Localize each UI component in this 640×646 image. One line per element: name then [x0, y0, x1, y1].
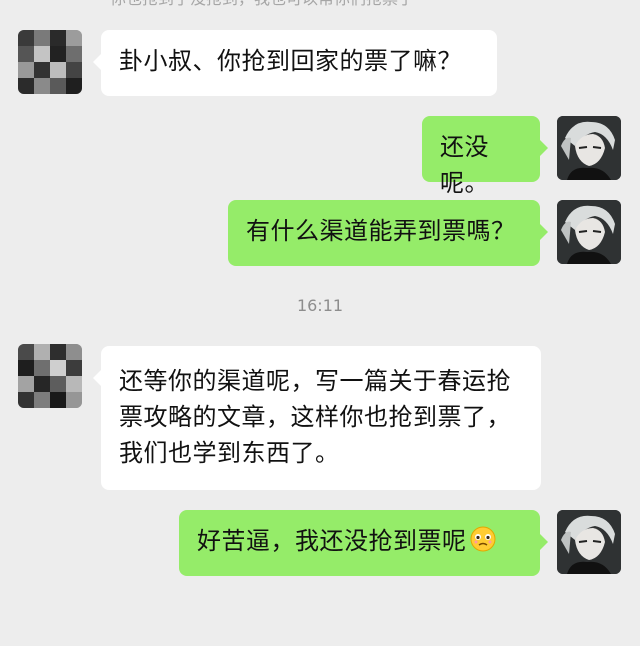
chat-timestamp: 16:11: [296, 296, 344, 315]
anime-boy-avatar-icon: [557, 116, 621, 180]
anime-boy-avatar-icon: [557, 200, 621, 264]
contact-avatar[interactable]: [18, 30, 82, 94]
self-avatar[interactable]: [557, 200, 621, 264]
pixelated-avatar-icon: [18, 344, 82, 408]
message-text: 还等你的渠道呢，写一篇关于春运抢票攻略的文章，这样你也抢到票了，我们也学到东西了…: [119, 367, 511, 467]
self-avatar[interactable]: [557, 116, 621, 180]
previous-message-cut-off: 你也抢到了没抢到，我也可以帮你们抢票了: [110, 0, 540, 10]
message-bubble-outgoing[interactable]: 好苦逼，我还没抢到票呢: [179, 510, 548, 576]
pixelated-avatar-icon: [18, 30, 82, 94]
message-bubble-outgoing[interactable]: 还没呢。: [422, 116, 548, 197]
message-bubble-outgoing[interactable]: 有什么渠道能弄到票嗎？: [228, 200, 548, 266]
message-bubble-incoming[interactable]: 卦小叔、你抢到回家的票了嘛？: [93, 30, 497, 96]
message-text: 有什么渠道能弄到票嗎？: [246, 217, 516, 245]
crying-face-emoji-icon: [470, 526, 495, 552]
message-bubble-incoming[interactable]: 还等你的渠道呢，写一篇关于春运抢票攻略的文章，这样你也抢到票了，我们也学到东西了…: [93, 346, 541, 490]
message-text: 卦小叔、你抢到回家的票了嘛？: [119, 47, 462, 75]
contact-avatar[interactable]: [18, 344, 82, 408]
message-text: 还没呢。: [440, 133, 489, 197]
anime-boy-avatar-icon: [557, 510, 621, 574]
self-avatar[interactable]: [557, 510, 621, 574]
message-text: 好苦逼，我还没抢到票呢: [197, 527, 467, 555]
